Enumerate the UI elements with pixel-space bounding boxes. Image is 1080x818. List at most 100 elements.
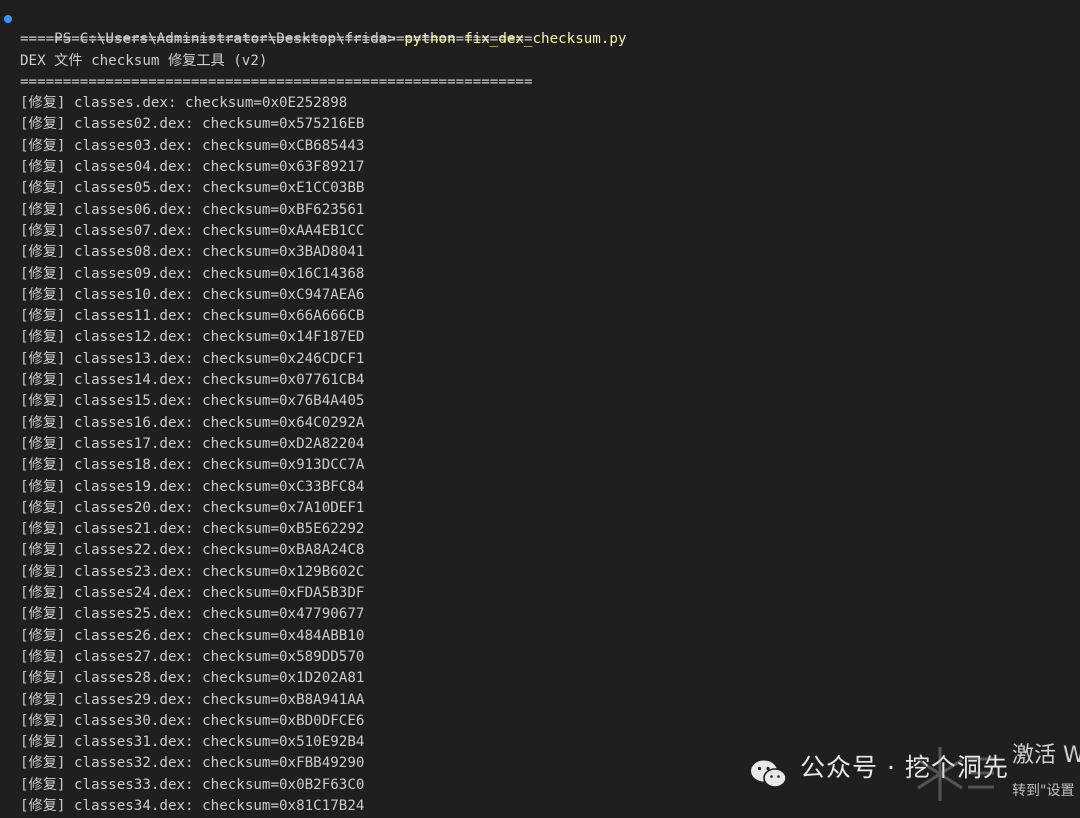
dex-checksum-text: classes10.dex: checksum=0xC947AEA6 [65, 286, 365, 303]
fix-tag: [修复] [20, 137, 66, 154]
dex-checksum-text: classes31.dex: checksum=0x510E92B4 [65, 734, 365, 751]
output-line: [修复] classes02.dex: checksum=0x575216EB [20, 114, 1080, 135]
dex-checksum-text: classes23.dex: checksum=0x129B602C [65, 563, 365, 580]
output-line: [修复] classes04.dex: checksum=0x63F89217 [20, 157, 1080, 178]
output-line: [修复] classes12.dex: checksum=0x14F187ED [20, 327, 1080, 348]
fix-tag: [修复] [20, 372, 66, 389]
dex-checksum-text: classes28.dex: checksum=0x1D202A81 [65, 670, 365, 687]
fix-tag: [修复] [20, 585, 66, 602]
fix-tag: [修复] [20, 521, 66, 538]
output-line: [修复] classes23.dex: checksum=0x129B602C [20, 562, 1080, 583]
dex-checksum-text: classes34.dex: checksum=0x81C17B24 [65, 797, 365, 814]
output-line: [修复] classes31.dex: checksum=0x510E92B4 [20, 732, 1080, 753]
fix-tag: [修复] [20, 116, 66, 133]
dex-checksum-text: classes30.dex: checksum=0xBD0DFCE6 [65, 712, 365, 729]
fix-tag: [修复] [20, 308, 66, 325]
fix-tag: [修复] [20, 797, 66, 814]
dex-checksum-text: classes22.dex: checksum=0xBA8A24C8 [65, 542, 365, 559]
dex-checksum-text: classes02.dex: checksum=0x575216EB [65, 116, 365, 133]
fix-tag: [修复] [20, 478, 66, 495]
output-line: [修复] classes21.dex: checksum=0xB5E62292 [20, 519, 1080, 540]
output-line: [修复] classes13.dex: checksum=0x246CDCF1 [20, 349, 1080, 370]
dex-checksum-text: classes19.dex: checksum=0xC33BFC84 [65, 478, 365, 495]
output-line: [修复] classes25.dex: checksum=0x47790677 [20, 604, 1080, 625]
fix-tag: [修复] [20, 627, 66, 644]
command-text: python fix_dex_checksum.py [404, 31, 627, 48]
fix-tag: [修复] [20, 286, 66, 303]
fix-tag: [修复] [20, 691, 66, 708]
output-line: [修复] classes06.dex: checksum=0xBF623561 [20, 200, 1080, 221]
dex-checksum-text: classes.dex: checksum=0x0E252898 [65, 95, 348, 112]
output-line: [修复] classes17.dex: checksum=0xD2A82204 [20, 434, 1080, 455]
fix-tag: [修复] [20, 222, 66, 239]
tool-header: DEX 文件 checksum 修复工具 (v2) [20, 52, 268, 69]
output-line: [修复] classes18.dex: checksum=0x913DCC7A [20, 455, 1080, 476]
fix-tag: [修复] [20, 776, 66, 793]
output-line: [修复] classes34.dex: checksum=0x81C17B24 [20, 796, 1080, 817]
fix-tag: [修复] [20, 648, 66, 665]
fix-tag: [修复] [20, 95, 66, 112]
dex-checksum-text: classes20.dex: checksum=0x7A10DEF1 [65, 499, 365, 516]
dex-checksum-text: classes03.dex: checksum=0xCB685443 [65, 137, 365, 154]
terminal-window[interactable]: PS C:\Users\Administrator\Desktop\frida>… [0, 0, 1080, 818]
output-line: [修复] classes19.dex: checksum=0xC33BFC84 [20, 477, 1080, 498]
output-line: [修复] classes30.dex: checksum=0xBD0DFCE6 [20, 711, 1080, 732]
fix-tag: [修复] [20, 414, 66, 431]
dex-checksum-text: classes14.dex: checksum=0x07761CB4 [65, 372, 365, 389]
fix-tag: [修复] [20, 563, 66, 580]
dex-checksum-text: classes32.dex: checksum=0xFBB49290 [65, 755, 365, 772]
separator-line-bottom: ========================================… [20, 73, 533, 90]
dex-checksum-text: classes07.dex: checksum=0xAA4EB1CC [65, 222, 365, 239]
output-line: [修复] classes29.dex: checksum=0xB8A941AA [20, 690, 1080, 711]
output-line: [修复] classes32.dex: checksum=0xFBB49290 [20, 753, 1080, 774]
fix-tag: [修复] [20, 244, 66, 261]
dex-checksum-text: classes13.dex: checksum=0x246CDCF1 [65, 350, 365, 367]
fix-tag: [修复] [20, 435, 66, 452]
fix-tag: [修复] [20, 606, 66, 623]
prompt-line: PS C:\Users\Administrator\Desktop\frida>… [4, 8, 1080, 47]
fix-tag: [修复] [20, 159, 66, 176]
fix-tag: [修复] [20, 201, 66, 218]
fix-tag: [修复] [20, 755, 66, 772]
fix-tag: [修复] [20, 393, 66, 410]
output-line: [修复] classes27.dex: checksum=0x589DD570 [20, 647, 1080, 668]
fix-tag: [修复] [20, 350, 66, 367]
output-line: [修复] classes07.dex: checksum=0xAA4EB1CC [20, 221, 1080, 242]
fix-tag: [修复] [20, 499, 66, 516]
dex-checksum-text: classes25.dex: checksum=0x47790677 [65, 606, 365, 623]
fix-tag: [修复] [20, 670, 66, 687]
prompt-path: PS C:\Users\Administrator\Desktop\frida> [54, 31, 405, 48]
dex-checksum-text: classes24.dex: checksum=0xFDA5B3DF [65, 585, 365, 602]
output-line: [修复] classes26.dex: checksum=0x484ABB10 [20, 626, 1080, 647]
dex-checksum-text: classes12.dex: checksum=0x14F187ED [65, 329, 365, 346]
output-line: [修复] classes.dex: checksum=0x0E252898 [20, 93, 1080, 114]
dex-checksum-text: classes06.dex: checksum=0xBF623561 [65, 201, 365, 218]
output-line: [修复] classes05.dex: checksum=0xE1CC03BB [20, 178, 1080, 199]
output-line: [修复] classes20.dex: checksum=0x7A10DEF1 [20, 498, 1080, 519]
dex-checksum-text: classes04.dex: checksum=0x63F89217 [65, 159, 365, 176]
output-line: [修复] classes11.dex: checksum=0x66A666CB [20, 306, 1080, 327]
dex-checksum-text: classes05.dex: checksum=0xE1CC03BB [65, 180, 365, 197]
fix-tag: [修复] [20, 180, 66, 197]
fix-tag: [修复] [20, 712, 66, 729]
dex-checksum-text: classes33.dex: checksum=0x0B2F63C0 [65, 776, 365, 793]
output-line: [修复] classes10.dex: checksum=0xC947AEA6 [20, 285, 1080, 306]
dex-checksum-text: classes29.dex: checksum=0xB8A941AA [65, 691, 365, 708]
fix-tag: [修复] [20, 734, 66, 751]
dex-checksum-text: classes26.dex: checksum=0x484ABB10 [65, 627, 365, 644]
output-line: [修复] classes22.dex: checksum=0xBA8A24C8 [20, 540, 1080, 561]
output-line: [修复] classes09.dex: checksum=0x16C14368 [20, 264, 1080, 285]
output-line: [修复] classes28.dex: checksum=0x1D202A81 [20, 668, 1080, 689]
dex-checksum-text: classes16.dex: checksum=0x64C0292A [65, 414, 365, 431]
dex-checksum-text: classes21.dex: checksum=0xB5E62292 [65, 521, 365, 538]
command-status-dot-icon[interactable] [4, 15, 12, 23]
fix-tag: [修复] [20, 265, 66, 282]
output-line: [修复] classes33.dex: checksum=0x0B2F63C0 [20, 775, 1080, 796]
dex-checksum-text: classes15.dex: checksum=0x76B4A405 [65, 393, 365, 410]
dex-checksum-text: classes11.dex: checksum=0x66A666CB [65, 308, 365, 325]
output-line: [修复] classes14.dex: checksum=0x07761CB4 [20, 370, 1080, 391]
output-line: [修复] classes08.dex: checksum=0x3BAD8041 [20, 242, 1080, 263]
dex-checksum-text: classes17.dex: checksum=0xD2A82204 [65, 435, 365, 452]
output-line: [修复] classes03.dex: checksum=0xCB685443 [20, 136, 1080, 157]
fix-tag: [修复] [20, 329, 66, 346]
